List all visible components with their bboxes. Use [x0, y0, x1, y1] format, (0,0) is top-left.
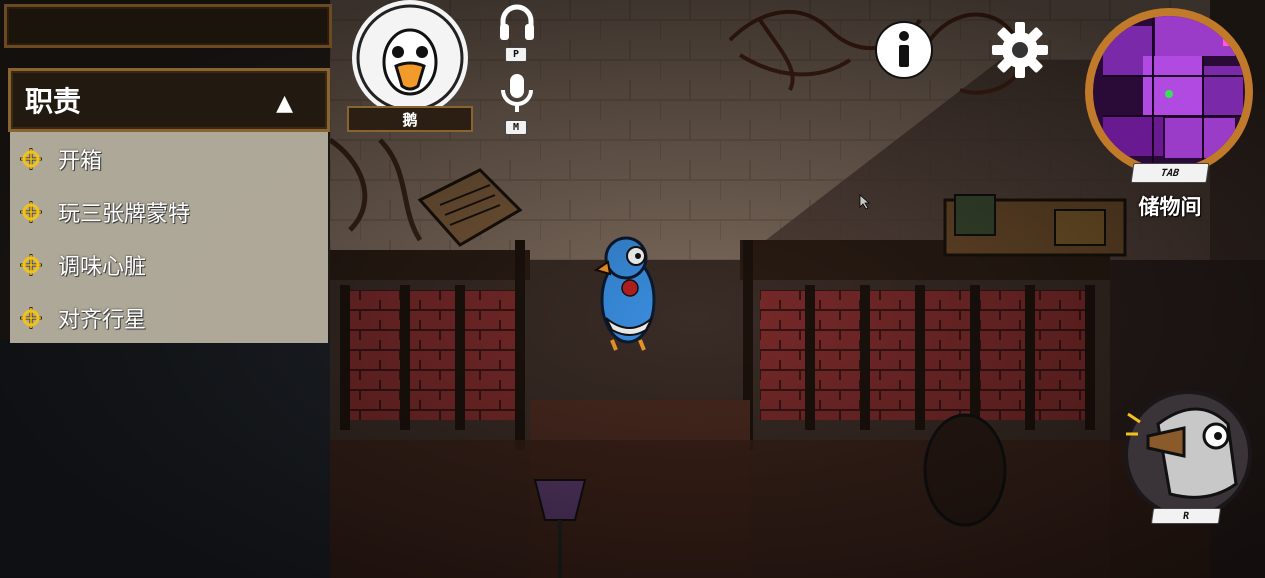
task-label: 调味心脏: [58, 254, 147, 280]
microphone-icon[interactable]: [498, 72, 536, 116]
ability-key-tag: R: [1150, 508, 1222, 524]
task-item[interactable]: 对齐行星: [10, 291, 328, 344]
objectives-title: 职责: [25, 85, 82, 118]
current-room-label: 储物间: [1138, 195, 1202, 219]
minimap[interactable]: [1083, 6, 1255, 178]
role-avatar: [352, 0, 468, 116]
audio-key-tag: P: [505, 47, 527, 62]
task-label: 对齐行星: [58, 307, 147, 333]
report-ability-icon[interactable]: [1118, 384, 1258, 518]
task-item[interactable]: 玩三张牌蒙特: [10, 185, 328, 238]
objectives-header[interactable]: 职责 ▲: [8, 68, 330, 132]
task-label: 玩三张牌蒙特: [58, 201, 191, 227]
crosshair-icon: [20, 306, 42, 329]
gear-icon[interactable]: [990, 20, 1050, 80]
mic-key-tag: M: [505, 120, 527, 135]
crosshair-icon: [20, 200, 42, 223]
collapse-arrow-icon[interactable]: ▲: [276, 91, 293, 116]
minimap-key-tag: TAB: [1130, 163, 1210, 183]
crosshair-icon: [20, 253, 42, 276]
info-icon[interactable]: [874, 20, 934, 80]
crosshair-icon: [20, 147, 42, 170]
task-label: 开箱: [58, 148, 103, 174]
task-item[interactable]: 调味心脏: [10, 238, 328, 291]
task-list: 开箱 玩三张牌蒙特 调味心脏 对齐行星: [10, 132, 328, 343]
player-marker-icon: [1165, 90, 1173, 98]
task-item[interactable]: 开箱: [10, 132, 328, 185]
chat-frame[interactable]: [4, 4, 332, 48]
headphones-icon[interactable]: [498, 2, 536, 42]
role-name-plate: 鹅: [347, 106, 473, 132]
